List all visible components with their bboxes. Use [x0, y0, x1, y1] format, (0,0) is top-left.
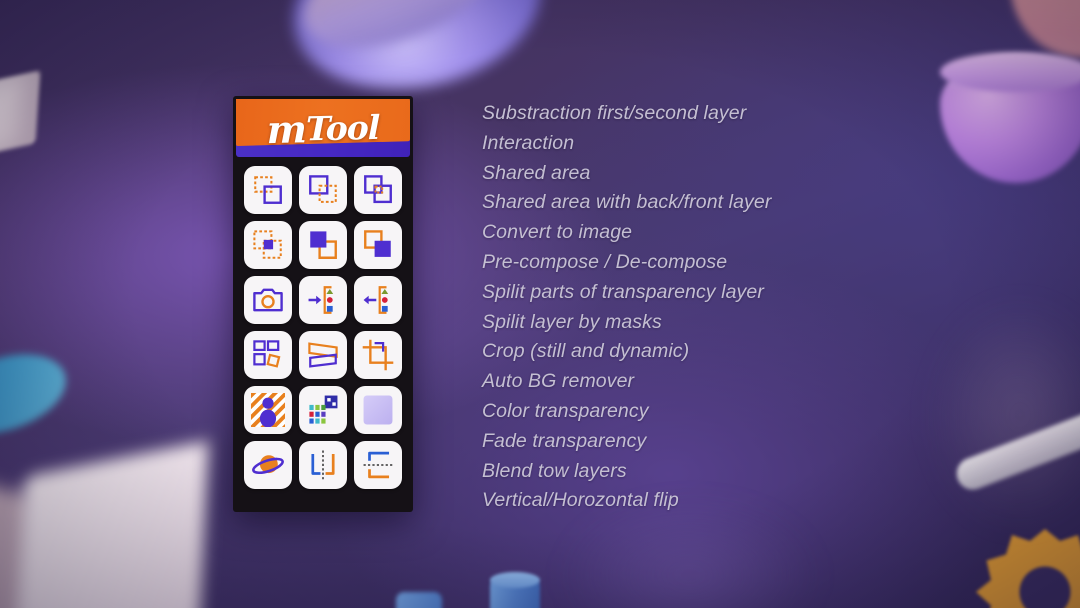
mtool-logo: m Tool: [236, 99, 410, 157]
tool-spilit-layer-by-masks[interactable]: [354, 276, 402, 324]
gradient-square-icon: [363, 395, 393, 425]
list-item: Pre-compose / De-compose: [482, 250, 728, 273]
list-item: Fade transparency: [482, 429, 647, 452]
filled-square-with-orange-outline-icon: [310, 231, 337, 259]
tool-crop-still-and-dynamic[interactable]: [354, 331, 402, 379]
tool-grid: [233, 157, 413, 500]
camera-icon: [253, 288, 283, 312]
list-item: Crop (still and dynamic): [482, 340, 690, 363]
parallelogram-skew-icon: [308, 342, 338, 368]
tool-auto-bg-remover[interactable]: [244, 386, 292, 434]
crop-icon: [362, 339, 394, 371]
tool-skew-transform[interactable]: [299, 331, 347, 379]
arrow-right-to-shapes-icon: [308, 286, 334, 314]
planet-icon: [252, 455, 284, 475]
dashed-square-filled-center-icon: [253, 230, 282, 259]
list-item: Shared area with back/front layer: [482, 191, 772, 214]
vertical-flip-icon: [311, 450, 335, 480]
two-squares-overlap-dashed-small-icon: [364, 175, 392, 204]
two-squares-dashed-outline-icon: [254, 176, 282, 204]
feature-list: Substraction first/second layer Interact…: [482, 99, 902, 516]
two-squares-solid-dashed-icon: [309, 175, 337, 203]
logo-word-tool: Tool: [305, 107, 380, 148]
logo-letter-m: m: [266, 105, 306, 152]
list-item: Blend tow layers: [482, 459, 627, 482]
horizontal-flip-icon: [363, 451, 393, 479]
tool-substraction-first-second-layer[interactable]: [244, 166, 292, 214]
tool-shared-area-with-back-front-layer[interactable]: [244, 221, 292, 269]
color-swatches-icon: [309, 395, 338, 424]
list-item: Substraction first/second layer: [482, 102, 747, 124]
panel-header: m Tool: [236, 99, 410, 157]
tool-fade-transparency[interactable]: [354, 386, 402, 434]
list-item: Vertical/Horozontal flip: [482, 489, 679, 512]
tool-pre-compose-de-compose[interactable]: [354, 221, 402, 269]
grid-tiles-icon: [253, 340, 281, 368]
tool-blend-tow-layers[interactable]: [244, 441, 292, 489]
tool-interaction[interactable]: [299, 166, 347, 214]
arrow-left-from-shapes-icon: [363, 286, 389, 314]
list-item: Spilit parts of transparency layer: [482, 280, 764, 303]
tool-vertical-flip[interactable]: [299, 441, 347, 489]
tool-convert-to-image[interactable]: [299, 221, 347, 269]
tool-spilit-parts-of-transparency-layer[interactable]: [299, 276, 347, 324]
list-item: Spilit layer by masks: [482, 310, 662, 333]
list-item: Convert to image: [482, 221, 633, 244]
list-item: Shared area: [482, 161, 591, 184]
mtool-panel: m Tool: [233, 96, 413, 512]
tool-camera-snapshot[interactable]: [244, 276, 292, 324]
tool-shared-area[interactable]: [354, 166, 402, 214]
person-on-transparency-icon: [251, 393, 285, 427]
tool-horozontal-flip[interactable]: [354, 441, 402, 489]
orange-outline-with-filled-square-icon: [364, 230, 391, 257]
tool-color-transparency[interactable]: [299, 386, 347, 434]
list-item: Auto BG remover: [482, 370, 635, 393]
list-item: Color transparency: [482, 399, 649, 422]
tool-grid-layout[interactable]: [244, 331, 292, 379]
list-item: Interaction: [482, 131, 575, 154]
